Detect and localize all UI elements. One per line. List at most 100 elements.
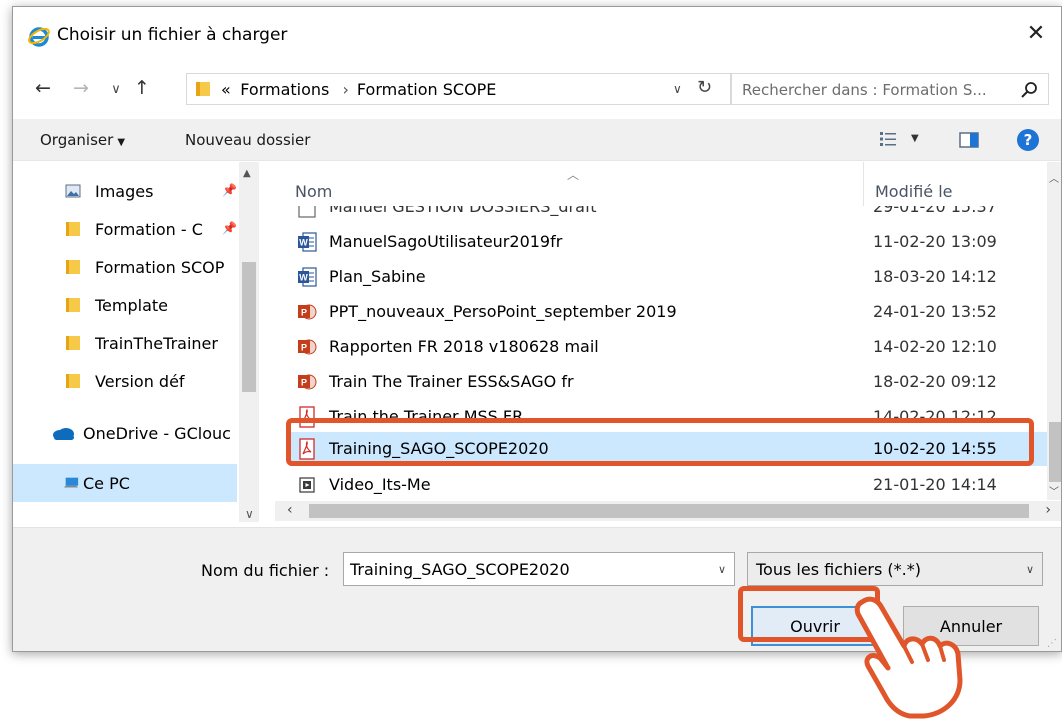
help-icon[interactable]: ? <box>1017 129 1039 151</box>
internet-explorer-icon <box>28 27 50 47</box>
nav-item-label: Template <box>95 296 169 315</box>
scroll-right-chevron-icon[interactable]: › <box>1045 502 1051 518</box>
table-row[interactable]: P Rapporten FR 2018 v180628 mail 14-02-2… <box>289 330 1047 364</box>
filename-combobox[interactable]: Training_SAGO_SCOPE2020 ∨ <box>343 552 735 586</box>
svg-text:W: W <box>299 238 308 248</box>
file-name: Train The Trainer ESS&SAGO fr <box>329 372 574 391</box>
breadcrumb-overflow[interactable]: « <box>221 80 231 99</box>
svg-text:P: P <box>301 308 307 318</box>
address-dropdown-chevron-icon[interactable]: ∨ <box>673 82 682 96</box>
selected-file-highlight-annotation <box>286 418 1034 466</box>
search-placeholder: Rechercher dans : Formation S... <box>742 81 987 99</box>
nav-pane-scrollbar[interactable]: ▲ <box>239 162 259 522</box>
caret-down-icon: ▼ <box>117 137 126 148</box>
powerpoint-file-icon: P <box>298 304 317 320</box>
scrollbar-thumb[interactable] <box>309 504 1029 518</box>
view-options-icon[interactable] <box>879 131 897 147</box>
pin-icon[interactable]: 📌 <box>222 183 237 197</box>
column-divider[interactable] <box>863 162 864 206</box>
breadcrumb-formation-scope[interactable]: Formation SCOPE <box>357 80 497 99</box>
pin-icon[interactable]: 📌 <box>222 221 237 235</box>
nav-item-ce-pc[interactable]: Ce PC <box>13 464 237 502</box>
new-folder-button[interactable]: Nouveau dossier <box>185 131 310 149</box>
scroll-up-icon[interactable]: ▲ <box>243 168 251 179</box>
file-modified: 24-01-20 13:52 <box>873 302 997 321</box>
nav-item-formation-scope[interactable]: Formation SCOP <box>13 248 239 286</box>
navigation-pane: Images 📌 Formation - C 📌 Formation SCOP … <box>13 162 259 542</box>
navigation-row: ← → ∨ ↑ « ›Formations ›Formation SCOPE ∨… <box>13 69 1061 109</box>
nav-item-label: Version déf <box>95 372 185 391</box>
screen: Choisir un fichier à charger ✕ ← → ∨ ↑ «… <box>0 0 1062 722</box>
filename-value[interactable]: Training_SAGO_SCOPE2020 <box>350 560 570 579</box>
table-row[interactable]: W Plan_Sabine 18-03-20 14:12 <box>289 260 1047 294</box>
nav-item-trainthetrainer[interactable]: TrainTheTrainer <box>13 324 239 362</box>
up-arrow-icon[interactable]: ↑ <box>130 77 154 99</box>
scrollbar-thumb[interactable] <box>242 262 256 392</box>
column-header-modified[interactable]: Modifié le <box>875 182 953 201</box>
chevron-down-icon[interactable]: ∨ <box>718 563 726 576</box>
forward-arrow-icon[interactable]: → <box>69 77 93 99</box>
scroll-down-chevron-icon[interactable]: ∨ <box>245 507 254 521</box>
powerpoint-file-icon: P <box>298 374 317 390</box>
resize-grip-icon[interactable]: ⋰ <box>1047 638 1057 649</box>
back-arrow-icon[interactable]: ← <box>31 77 55 99</box>
nav-item-formation-c[interactable]: Formation - C 📌 <box>13 210 239 248</box>
nav-item-version-def[interactable]: Version déf <box>13 362 239 400</box>
word-document-icon: W <box>298 267 317 287</box>
column-header-row: ︿ Nom Modifié le <box>275 162 1061 206</box>
scrollbar-thumb[interactable] <box>1049 422 1061 482</box>
nav-item-label: Formation - C <box>95 220 203 239</box>
scroll-down-chevron-icon[interactable]: ﹀ <box>1049 483 1059 498</box>
powerpoint-file-icon: P <box>298 339 317 355</box>
recent-locations-chevron-icon[interactable]: ∨ <box>104 82 128 97</box>
file-list-vertical-scrollbar[interactable]: ︿ ﹀ <box>1047 162 1061 500</box>
breadcrumb-separator: › <box>342 80 349 99</box>
table-row[interactable]: Manuel GESTION DOSSIERS_draft 29-01-20 1… <box>289 206 1047 222</box>
onedrive-cloud-icon <box>53 428 74 440</box>
svg-text:P: P <box>301 343 307 353</box>
video-file-icon <box>299 477 315 493</box>
document-file-icon <box>298 206 316 218</box>
organise-menu-button[interactable]: Organiser ▼ <box>40 131 125 149</box>
nav-item-onedrive[interactable]: OneDrive - GClouc <box>13 414 239 452</box>
table-row[interactable]: Video_Its-Me 21-01-20 14:14 <box>289 468 1047 502</box>
file-modified: 14-02-20 12:10 <box>873 337 997 356</box>
scroll-left-chevron-icon[interactable]: ‹ <box>287 502 293 518</box>
close-icon[interactable]: ✕ <box>1023 21 1049 47</box>
search-box[interactable]: Rechercher dans : Formation S... <box>731 73 1049 105</box>
column-header-name[interactable]: Nom <box>295 182 332 201</box>
folder-icon <box>66 336 80 350</box>
file-modified: 18-03-20 14:12 <box>873 267 997 286</box>
word-document-icon: W <box>298 232 317 252</box>
file-name: PPT_nouveaux_PersoPoint_september 2019 <box>329 302 677 321</box>
file-modified: 29-01-20 15:37 <box>873 206 997 216</box>
table-row[interactable]: P PPT_nouveaux_PersoPoint_september 2019… <box>289 295 1047 329</box>
file-type-filter-select[interactable]: Tous les fichiers (*.*) ∨ <box>747 552 1043 586</box>
images-folder-icon <box>65 184 81 198</box>
nav-item-images[interactable]: Images 📌 <box>13 172 239 210</box>
svg-text:P: P <box>301 378 307 388</box>
scroll-up-chevron-icon[interactable]: ︿ <box>1049 170 1059 185</box>
table-row[interactable]: P Train The Trainer ESS&SAGO fr 18-02-20… <box>289 365 1047 399</box>
folder-icon <box>196 82 210 96</box>
file-name: Rapporten FR 2018 v180628 mail <box>329 337 599 356</box>
view-caret-down-icon[interactable]: ▼ <box>911 133 919 144</box>
title-bar: Choisir un fichier à charger ✕ <box>13 7 1061 59</box>
nav-item-template[interactable]: Template <box>13 286 239 324</box>
folder-icon <box>66 374 80 388</box>
chevron-down-icon[interactable]: ∨ <box>1026 563 1034 576</box>
breadcrumb-formations[interactable]: Formations <box>240 80 329 99</box>
search-icon[interactable] <box>1020 81 1038 99</box>
folder-icon <box>66 260 80 274</box>
file-modified: 18-02-20 09:12 <box>873 372 997 391</box>
file-list-horizontal-scrollbar[interactable]: ‹ › <box>275 501 1061 521</box>
dialog-title: Choisir un fichier à charger <box>57 25 288 45</box>
svg-text:W: W <box>299 273 308 283</box>
refresh-icon[interactable]: ↻ <box>697 77 712 98</box>
folder-icon <box>66 298 80 312</box>
table-row[interactable]: W ManuelSagoUtilisateur2019fr 11-02-20 1… <box>289 225 1047 259</box>
preview-pane-icon[interactable] <box>959 132 979 148</box>
nav-item-label: Ce PC <box>83 474 130 493</box>
address-bar[interactable]: « ›Formations ›Formation SCOPE ∨ ↻ <box>186 73 731 105</box>
file-open-dialog: Choisir un fichier à charger ✕ ← → ∨ ↑ «… <box>12 6 1062 652</box>
